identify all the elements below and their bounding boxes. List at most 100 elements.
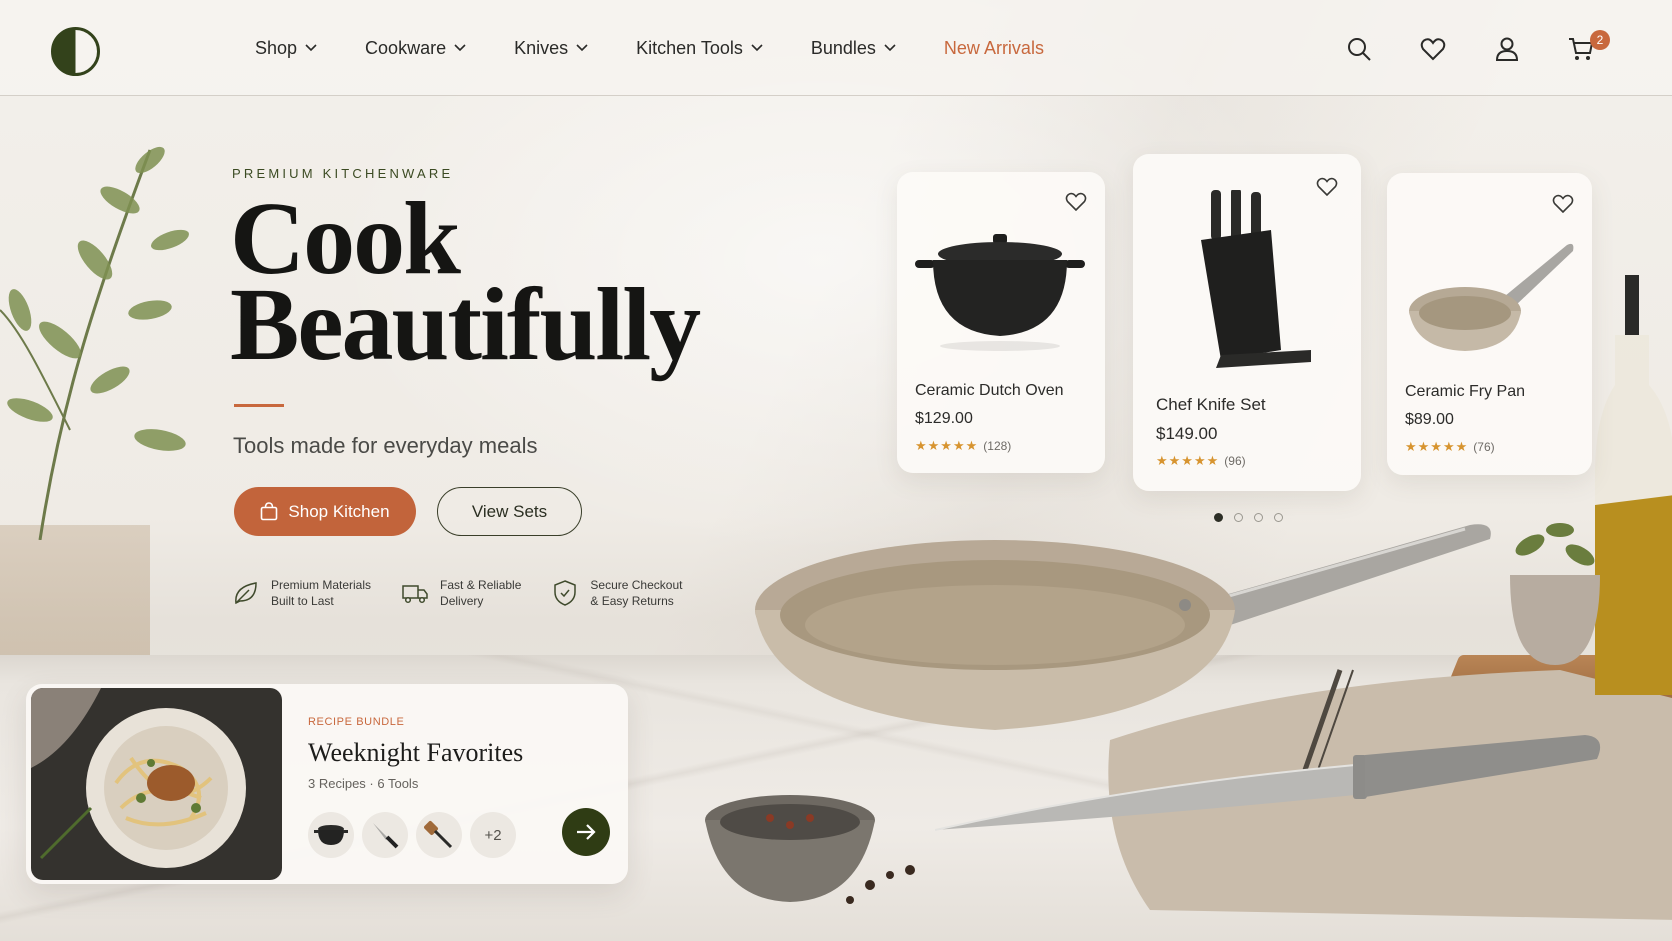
feature-line-2: Delivery xyxy=(440,594,484,608)
feature-checkout: Secure Checkout & Easy Returns xyxy=(551,577,682,609)
small-plant-illustration xyxy=(1510,523,1600,665)
view-sets-label: View Sets xyxy=(471,501,548,521)
fry-pan-image xyxy=(1409,243,1574,351)
leaf-icon xyxy=(235,582,257,605)
shopping-bag-icon xyxy=(261,502,278,521)
nav-new-arrivals[interactable]: New Arrivals xyxy=(944,38,1044,59)
carousel-dot-1[interactable] xyxy=(1214,513,1223,522)
top-navigation: Shop Cookware Knives Kitchen Tools Bundl… xyxy=(0,0,1672,96)
nav-bundles[interactable]: Bundles xyxy=(811,38,896,59)
bundle-title: Weeknight Favorites xyxy=(308,738,524,767)
product-name: Ceramic Dutch Oven xyxy=(915,382,1064,399)
product-rating: ★★★★★ (128) xyxy=(915,438,1011,454)
product-card-knife-set[interactable]: Chef Knife Set $149.00 ★★★★★ (96) xyxy=(1133,154,1361,491)
pasta-plate-image xyxy=(31,688,282,880)
feature-line-2: Built to Last xyxy=(271,594,334,608)
truck-icon xyxy=(402,585,428,604)
nav-cookware-label: Cookware xyxy=(365,37,447,58)
bundle-thumb-knife xyxy=(362,812,408,858)
bundle-tag: RECIPE BUNDLE xyxy=(308,716,405,728)
nav-actions: 2 xyxy=(1346,30,1610,62)
nav-shop-label: Shop xyxy=(255,37,298,58)
accent-rule xyxy=(234,404,284,407)
bundle-tool-thumbnails: +2 xyxy=(308,812,516,858)
hero-subhead: Tools made for everyday meals xyxy=(233,433,538,458)
brand-logo[interactable] xyxy=(50,26,101,77)
feature-delivery-text: Fast & Reliable Delivery xyxy=(440,577,521,609)
search-icon[interactable] xyxy=(1346,36,1372,62)
recipe-bundle-card[interactable]: RECIPE BUNDLE Weeknight Favorites 3 Reci… xyxy=(26,684,628,884)
pepper-bowl-illustration xyxy=(705,795,915,904)
product-rating: ★★★★★ (96) xyxy=(1156,453,1246,469)
cart-count-badge: 2 xyxy=(1590,30,1610,50)
wishlist-heart-icon[interactable] xyxy=(1065,191,1087,211)
hero-eyebrow: PREMIUM KITCHENWARE xyxy=(232,166,454,181)
cart-button[interactable]: 2 xyxy=(1568,30,1610,62)
product-price: $149.00 xyxy=(1156,424,1218,443)
feature-materials-text: Premium Materials Built to Last xyxy=(271,577,371,609)
bundle-thumb-pot xyxy=(308,812,354,858)
nav-cookware[interactable]: Cookware xyxy=(365,38,466,59)
arrow-right-icon xyxy=(577,824,596,840)
knife-block-image xyxy=(1201,190,1311,368)
review-count: (96) xyxy=(1224,454,1246,468)
nav-knives[interactable]: Knives xyxy=(514,38,588,59)
product-price: $89.00 xyxy=(1405,411,1454,428)
knife-icon xyxy=(373,823,399,849)
chevron-down-icon xyxy=(454,44,466,52)
product-card-dutch-oven[interactable]: Ceramic Dutch Oven $129.00 ★★★★★ (128) xyxy=(897,172,1105,473)
star-rating-icon: ★★★★★ xyxy=(915,438,979,453)
product-rating: ★★★★★ (76) xyxy=(1405,439,1495,455)
nav-new-arrivals-label: New Arrivals xyxy=(943,37,1044,58)
feature-line-1: Premium Materials xyxy=(271,578,372,592)
spatula-icon xyxy=(424,821,453,849)
bundle-open-button[interactable] xyxy=(562,808,610,856)
carousel-dot-2[interactable] xyxy=(1234,513,1243,522)
star-rating-icon: ★★★★★ xyxy=(1156,453,1220,468)
side-shelf xyxy=(0,525,150,655)
chevron-down-icon xyxy=(751,44,763,52)
hero-headline: Cook Beautifully xyxy=(230,187,790,382)
feature-line-2: & Easy Returns xyxy=(590,594,674,608)
wishlist-heart-icon[interactable] xyxy=(1552,193,1574,213)
bundle-image xyxy=(31,688,282,880)
knife-illustration xyxy=(935,735,1601,831)
shop-kitchen-button[interactable]: Shop Kitchen xyxy=(234,487,416,536)
view-sets-button[interactable]: View Sets xyxy=(437,487,582,536)
pot-icon xyxy=(314,825,348,845)
chevron-down-icon xyxy=(305,44,317,52)
bundle-meta: 3 Recipes · 6 Tools xyxy=(308,776,419,791)
shield-icon xyxy=(554,580,577,606)
nav-knives-label: Knives xyxy=(514,37,569,58)
main-menu: Shop Cookware Knives Kitchen Tools Bundl… xyxy=(255,0,1092,96)
nav-kitchen-tools[interactable]: Kitchen Tools xyxy=(636,38,763,59)
plant-illustration xyxy=(0,146,189,540)
bundle-thumb-spatula xyxy=(416,812,462,858)
nav-bundles-label: Bundles xyxy=(810,37,876,58)
nav-shop[interactable]: Shop xyxy=(255,38,317,59)
feature-line-1: Secure Checkout xyxy=(590,578,683,592)
bundle-more-count: +2 xyxy=(470,812,516,858)
heart-icon[interactable] xyxy=(1420,36,1446,62)
product-name: Chef Knife Set xyxy=(1156,395,1266,414)
shop-kitchen-label: Shop Kitchen xyxy=(288,501,390,521)
user-icon[interactable] xyxy=(1494,36,1520,62)
product-name: Ceramic Fry Pan xyxy=(1405,383,1526,400)
product-price: $129.00 xyxy=(915,410,973,427)
headline-line-2: Beautifully xyxy=(230,267,701,382)
chevron-down-icon xyxy=(884,44,896,52)
feature-checkout-text: Secure Checkout & Easy Returns xyxy=(590,577,682,609)
dutch-oven-image xyxy=(915,234,1085,351)
feature-delivery: Fast & Reliable Delivery xyxy=(401,577,521,609)
carousel-pagination xyxy=(1214,513,1283,522)
review-count: (76) xyxy=(1473,440,1495,454)
chevron-down-icon xyxy=(576,44,588,52)
feature-materials: Premium Materials Built to Last xyxy=(232,577,371,609)
feature-line-1: Fast & Reliable xyxy=(440,578,522,592)
nav-kitchen-tools-label: Kitchen Tools xyxy=(636,37,743,58)
carousel-dot-4[interactable] xyxy=(1274,513,1283,522)
carousel-dot-3[interactable] xyxy=(1254,513,1263,522)
feature-list: Premium Materials Built to Last Fast & R… xyxy=(232,577,712,609)
product-card-fry-pan[interactable]: Ceramic Fry Pan $89.00 ★★★★★ (76) xyxy=(1387,173,1592,475)
star-rating-icon: ★★★★★ xyxy=(1405,439,1469,454)
